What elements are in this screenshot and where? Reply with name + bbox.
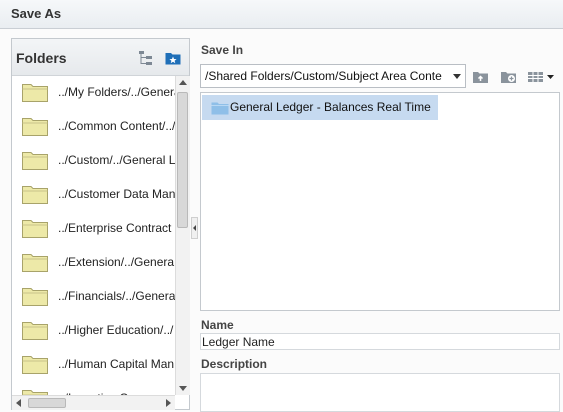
folder-icon bbox=[22, 152, 48, 170]
save-in-path-value: /Shared Folders/Custom/Subject Area Cont… bbox=[205, 69, 442, 83]
scroll-right-arrow-icon[interactable] bbox=[166, 399, 171, 407]
collapse-arrow-icon[interactable] bbox=[193, 225, 196, 231]
up-folder-icon[interactable] bbox=[472, 68, 490, 84]
folder-list-item-label: ../Financials/../Genera bbox=[58, 289, 175, 303]
folders-horizontal-scrollbar[interactable] bbox=[12, 395, 175, 410]
folder-icon bbox=[22, 356, 48, 374]
tree-view-icon[interactable] bbox=[138, 50, 154, 66]
save-in-label: Save In bbox=[201, 43, 244, 57]
folder-list-item-label: ../Extension/../Genera bbox=[58, 255, 175, 269]
description-field[interactable] bbox=[200, 373, 560, 412]
name-field-value: Ledger Name bbox=[202, 335, 275, 349]
favorite-folder-icon[interactable] bbox=[165, 50, 181, 66]
scrollbar-thumb[interactable] bbox=[177, 92, 188, 228]
folder-icon bbox=[22, 254, 48, 272]
folder-list-item-label: ../Common Content/../ bbox=[58, 119, 175, 133]
folder-list-item[interactable]: ../Human Capital Man bbox=[12, 348, 175, 382]
folder-list-item-label: ../My Folders/../Genera bbox=[58, 85, 175, 99]
chevron-down-icon[interactable] bbox=[453, 74, 461, 79]
folder-list-item-label: ../Enterprise Contract bbox=[58, 221, 172, 235]
folder-list-item[interactable]: ../Enterprise Contract bbox=[12, 212, 175, 246]
folder-list-item[interactable]: ../Higher Education/../ bbox=[12, 314, 175, 348]
folder-list-item[interactable]: ../Customer Data Man bbox=[12, 178, 175, 212]
horizontal-scrollbar-thumb[interactable] bbox=[28, 398, 66, 408]
folder-icon bbox=[211, 102, 229, 115]
name-field[interactable]: Ledger Name bbox=[200, 333, 560, 350]
scroll-left-arrow-icon[interactable] bbox=[16, 399, 21, 407]
folder-icon bbox=[22, 84, 48, 102]
folder-list-item[interactable]: ../My Folders/../Genera bbox=[12, 76, 175, 110]
folder-icon bbox=[22, 186, 48, 204]
scroll-up-arrow-icon[interactable] bbox=[179, 80, 187, 85]
folder-list-item[interactable]: ../Common Content/../ bbox=[12, 110, 175, 144]
folders-header: Folders bbox=[12, 39, 189, 76]
folder-list: ../My Folders/../Genera ../Common Content… bbox=[12, 76, 175, 395]
dialog-titlebar: Save As bbox=[0, 0, 563, 29]
scroll-down-arrow-icon[interactable] bbox=[179, 386, 187, 391]
folder-list-item-label: ../Customer Data Man bbox=[58, 187, 175, 201]
save-in-content-pane[interactable]: General Ledger - Balances Real Time bbox=[200, 92, 560, 311]
folders-panel: Folders ../My Folders/../Genera ../Common… bbox=[11, 38, 190, 410]
folder-list-item-label: ../Higher Education/../ bbox=[58, 323, 174, 337]
name-label: Name bbox=[201, 318, 234, 332]
folder-list-item-label: ../Human Capital Man bbox=[58, 357, 175, 371]
folder-icon bbox=[22, 322, 48, 340]
folder-list-item[interactable]: ../Extension/../Genera bbox=[12, 246, 175, 280]
dialog-title: Save As bbox=[11, 6, 62, 21]
new-folder-icon[interactable] bbox=[500, 68, 518, 84]
view-options-icon[interactable] bbox=[527, 68, 555, 84]
folder-list-item[interactable]: ../Custom/../General L bbox=[12, 144, 175, 178]
folders-vertical-scrollbar[interactable] bbox=[175, 76, 190, 395]
selected-folder-item[interactable]: General Ledger - Balances Real Time bbox=[202, 95, 438, 120]
folder-icon bbox=[22, 288, 48, 306]
description-label: Description bbox=[201, 357, 268, 371]
panel-splitter[interactable] bbox=[191, 217, 198, 239]
save-in-path-select[interactable]: /Shared Folders/Custom/Subject Area Cont… bbox=[200, 64, 466, 88]
folder-icon bbox=[22, 390, 48, 395]
folder-list-item[interactable]: ../Financials/../Genera bbox=[12, 280, 175, 314]
folders-heading: Folders bbox=[16, 50, 67, 66]
folder-list-item-label: ../Custom/../General L bbox=[58, 153, 175, 167]
folder-list-item[interactable]: ../Incentive Compens bbox=[12, 382, 175, 395]
folder-item-label: General Ledger - Balances Real Time bbox=[230, 100, 431, 114]
folder-icon bbox=[22, 118, 48, 136]
folder-icon bbox=[22, 220, 48, 238]
